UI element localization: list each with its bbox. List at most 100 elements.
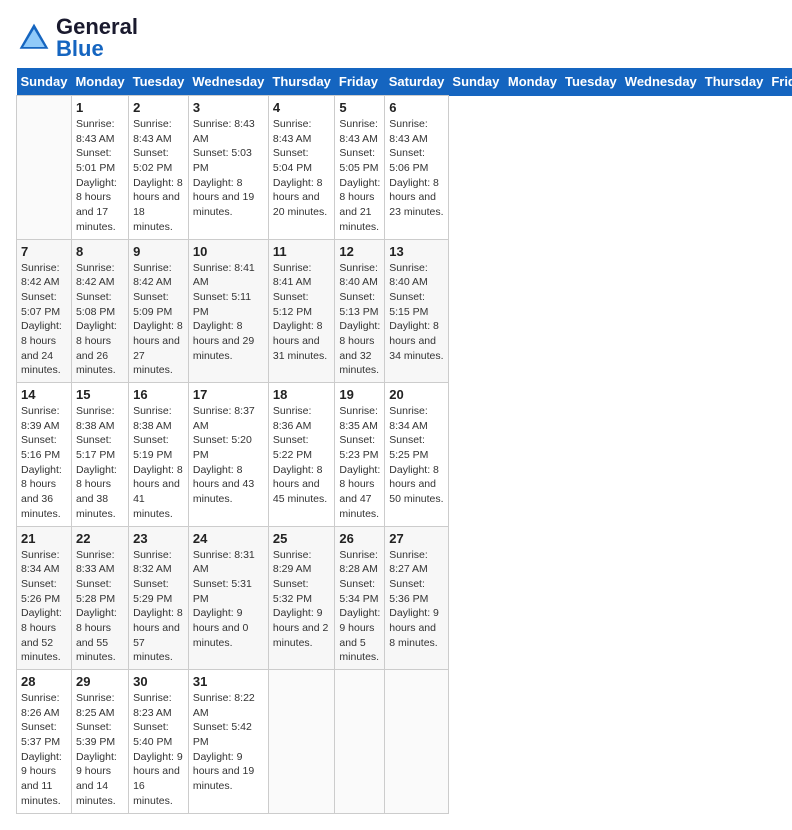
day-info: Sunrise: 8:32 AMSunset: 5:29 PMDaylight:… bbox=[133, 548, 184, 666]
calendar-cell: 13Sunrise: 8:40 AMSunset: 5:15 PMDayligh… bbox=[385, 239, 449, 383]
logo-blue: Blue bbox=[56, 36, 104, 61]
day-info: Sunrise: 8:29 AMSunset: 5:32 PMDaylight:… bbox=[273, 548, 331, 651]
day-number: 31 bbox=[193, 674, 264, 689]
calendar-cell: 28 Sunrise: 8:26 AMSunset: 5:37 PMDayligh… bbox=[17, 670, 72, 814]
day-number: 12 bbox=[339, 244, 380, 259]
calendar-week-row: 21 Sunrise: 8:34 AMSunset: 5:26 PMDayligh… bbox=[17, 526, 792, 670]
calendar-cell: 30 Sunrise: 8:23 AMSunset: 5:40 PMDayligh… bbox=[129, 670, 189, 814]
day-number: 13 bbox=[389, 244, 444, 259]
day-info: Sunrise: 8:42 AMSunset: 5:08 PMDaylight:… bbox=[76, 261, 124, 379]
day-number: 3 bbox=[193, 100, 264, 115]
day-number: 19 bbox=[339, 387, 380, 402]
calendar-cell: 15Sunrise: 8:38 AMSunset: 5:17 PMDayligh… bbox=[71, 383, 128, 527]
day-header-saturday: Saturday bbox=[385, 68, 449, 96]
calendar-cell bbox=[385, 670, 449, 814]
day-info: Sunrise: 8:42 AMSunset: 5:07 PMDaylight:… bbox=[21, 261, 67, 379]
day-info: Sunrise: 8:27 AMSunset: 5:36 PMDaylight:… bbox=[389, 548, 444, 651]
calendar-cell: 12 Sunrise: 8:40 AMSunset: 5:13 PMDayligh… bbox=[335, 239, 385, 383]
calendar-cell: 5 Sunrise: 8:43 AMSunset: 5:05 PMDaylight… bbox=[335, 96, 385, 240]
calendar-week-row: 14 Sunrise: 8:39 AMSunset: 5:16 PMDayligh… bbox=[17, 383, 792, 527]
day-info: Sunrise: 8:22 AMSunset: 5:42 PMDaylight:… bbox=[193, 691, 264, 794]
day-header-sunday: Sunday bbox=[448, 68, 503, 96]
day-info: Sunrise: 8:41 AMSunset: 5:12 PMDaylight:… bbox=[273, 261, 331, 364]
calendar-cell: 26 Sunrise: 8:28 AMSunset: 5:34 PMDayligh… bbox=[335, 526, 385, 670]
day-info: Sunrise: 8:43 AMSunset: 5:04 PMDaylight:… bbox=[273, 117, 331, 220]
calendar-cell: 14 Sunrise: 8:39 AMSunset: 5:16 PMDayligh… bbox=[17, 383, 72, 527]
day-info: Sunrise: 8:28 AMSunset: 5:34 PMDaylight:… bbox=[339, 548, 380, 666]
day-info: Sunrise: 8:43 AMSunset: 5:06 PMDaylight:… bbox=[389, 117, 444, 220]
day-number: 22 bbox=[76, 531, 124, 546]
day-header-monday: Monday bbox=[504, 68, 561, 96]
calendar-header-row: SundayMondayTuesdayWednesdayThursdayFrid… bbox=[17, 68, 792, 96]
day-info: Sunrise: 8:43 AMSunset: 5:02 PMDaylight:… bbox=[133, 117, 184, 235]
calendar-cell: 4Sunrise: 8:43 AMSunset: 5:04 PMDaylight… bbox=[268, 96, 335, 240]
day-info: Sunrise: 8:43 AMSunset: 5:05 PMDaylight:… bbox=[339, 117, 380, 235]
calendar-cell: 21 Sunrise: 8:34 AMSunset: 5:26 PMDayligh… bbox=[17, 526, 72, 670]
day-number: 2 bbox=[133, 100, 184, 115]
day-number: 14 bbox=[21, 387, 67, 402]
day-number: 5 bbox=[339, 100, 380, 115]
day-header-tuesday: Tuesday bbox=[129, 68, 189, 96]
calendar-cell bbox=[268, 670, 335, 814]
calendar-cell: 31 Sunrise: 8:22 AMSunset: 5:42 PMDayligh… bbox=[188, 670, 268, 814]
day-number: 15 bbox=[76, 387, 124, 402]
calendar-cell: 7 Sunrise: 8:42 AMSunset: 5:07 PMDaylight… bbox=[17, 239, 72, 383]
calendar-cell: 6Sunrise: 8:43 AMSunset: 5:06 PMDaylight… bbox=[385, 96, 449, 240]
logo-text: General Blue bbox=[56, 16, 138, 60]
day-info: Sunrise: 8:33 AMSunset: 5:28 PMDaylight:… bbox=[76, 548, 124, 666]
day-header-monday: Monday bbox=[71, 68, 128, 96]
day-number: 1 bbox=[76, 100, 124, 115]
calendar-cell: 17Sunrise: 8:37 AMSunset: 5:20 PMDayligh… bbox=[188, 383, 268, 527]
day-number: 27 bbox=[389, 531, 444, 546]
day-number: 20 bbox=[389, 387, 444, 402]
calendar-cell: 18 Sunrise: 8:36 AMSunset: 5:22 PMDayligh… bbox=[268, 383, 335, 527]
calendar-cell: 10Sunrise: 8:41 AMSunset: 5:11 PMDayligh… bbox=[188, 239, 268, 383]
day-info: Sunrise: 8:38 AMSunset: 5:19 PMDaylight:… bbox=[133, 404, 184, 522]
calendar-cell: 23Sunrise: 8:32 AMSunset: 5:29 PMDayligh… bbox=[129, 526, 189, 670]
calendar-cell: 27 Sunrise: 8:27 AMSunset: 5:36 PMDayligh… bbox=[385, 526, 449, 670]
logo-icon bbox=[16, 20, 52, 56]
calendar-cell: 25Sunrise: 8:29 AMSunset: 5:32 PMDayligh… bbox=[268, 526, 335, 670]
day-number: 30 bbox=[133, 674, 184, 689]
day-number: 9 bbox=[133, 244, 184, 259]
day-info: Sunrise: 8:23 AMSunset: 5:40 PMDaylight:… bbox=[133, 691, 184, 809]
day-header-tuesday: Tuesday bbox=[561, 68, 621, 96]
day-number: 26 bbox=[339, 531, 380, 546]
day-info: Sunrise: 8:40 AMSunset: 5:13 PMDaylight:… bbox=[339, 261, 380, 379]
day-info: Sunrise: 8:31 AMSunset: 5:31 PMDaylight:… bbox=[193, 548, 264, 651]
day-number: 10 bbox=[193, 244, 264, 259]
calendar-cell bbox=[17, 96, 72, 240]
day-info: Sunrise: 8:36 AMSunset: 5:22 PMDaylight:… bbox=[273, 404, 331, 507]
day-header-thursday: Thursday bbox=[268, 68, 335, 96]
day-info: Sunrise: 8:34 AMSunset: 5:25 PMDaylight:… bbox=[389, 404, 444, 507]
day-info: Sunrise: 8:39 AMSunset: 5:16 PMDaylight:… bbox=[21, 404, 67, 522]
day-info: Sunrise: 8:42 AMSunset: 5:09 PMDaylight:… bbox=[133, 261, 184, 379]
day-info: Sunrise: 8:34 AMSunset: 5:26 PMDaylight:… bbox=[21, 548, 67, 666]
day-number: 17 bbox=[193, 387, 264, 402]
calendar-week-row: 1Sunrise: 8:43 AMSunset: 5:01 PMDaylight… bbox=[17, 96, 792, 240]
calendar-cell: 8Sunrise: 8:42 AMSunset: 5:08 PMDaylight… bbox=[71, 239, 128, 383]
calendar-cell: 24 Sunrise: 8:31 AMSunset: 5:31 PMDayligh… bbox=[188, 526, 268, 670]
calendar-cell bbox=[335, 670, 385, 814]
day-header-friday: Friday bbox=[335, 68, 385, 96]
day-number: 21 bbox=[21, 531, 67, 546]
calendar-week-row: 7 Sunrise: 8:42 AMSunset: 5:07 PMDaylight… bbox=[17, 239, 792, 383]
calendar-cell: 1Sunrise: 8:43 AMSunset: 5:01 PMDaylight… bbox=[71, 96, 128, 240]
day-number: 11 bbox=[273, 244, 331, 259]
day-number: 18 bbox=[273, 387, 331, 402]
calendar-table: SundayMondayTuesdayWednesdayThursdayFrid… bbox=[16, 68, 792, 814]
day-number: 24 bbox=[193, 531, 264, 546]
calendar-cell: 3Sunrise: 8:43 AMSunset: 5:03 PMDaylight… bbox=[188, 96, 268, 240]
calendar-cell: 2 Sunrise: 8:43 AMSunset: 5:02 PMDaylight… bbox=[129, 96, 189, 240]
day-number: 29 bbox=[76, 674, 124, 689]
day-info: Sunrise: 8:26 AMSunset: 5:37 PMDaylight:… bbox=[21, 691, 67, 809]
logo: General Blue bbox=[16, 16, 138, 60]
day-info: Sunrise: 8:25 AMSunset: 5:39 PMDaylight:… bbox=[76, 691, 124, 809]
day-number: 7 bbox=[21, 244, 67, 259]
day-number: 28 bbox=[21, 674, 67, 689]
day-header-wednesday: Wednesday bbox=[621, 68, 701, 96]
calendar-week-row: 28 Sunrise: 8:26 AMSunset: 5:37 PMDayligh… bbox=[17, 670, 792, 814]
calendar-cell: 20 Sunrise: 8:34 AMSunset: 5:25 PMDayligh… bbox=[385, 383, 449, 527]
calendar-cell: 29 Sunrise: 8:25 AMSunset: 5:39 PMDayligh… bbox=[71, 670, 128, 814]
calendar-cell: 16Sunrise: 8:38 AMSunset: 5:19 PMDayligh… bbox=[129, 383, 189, 527]
